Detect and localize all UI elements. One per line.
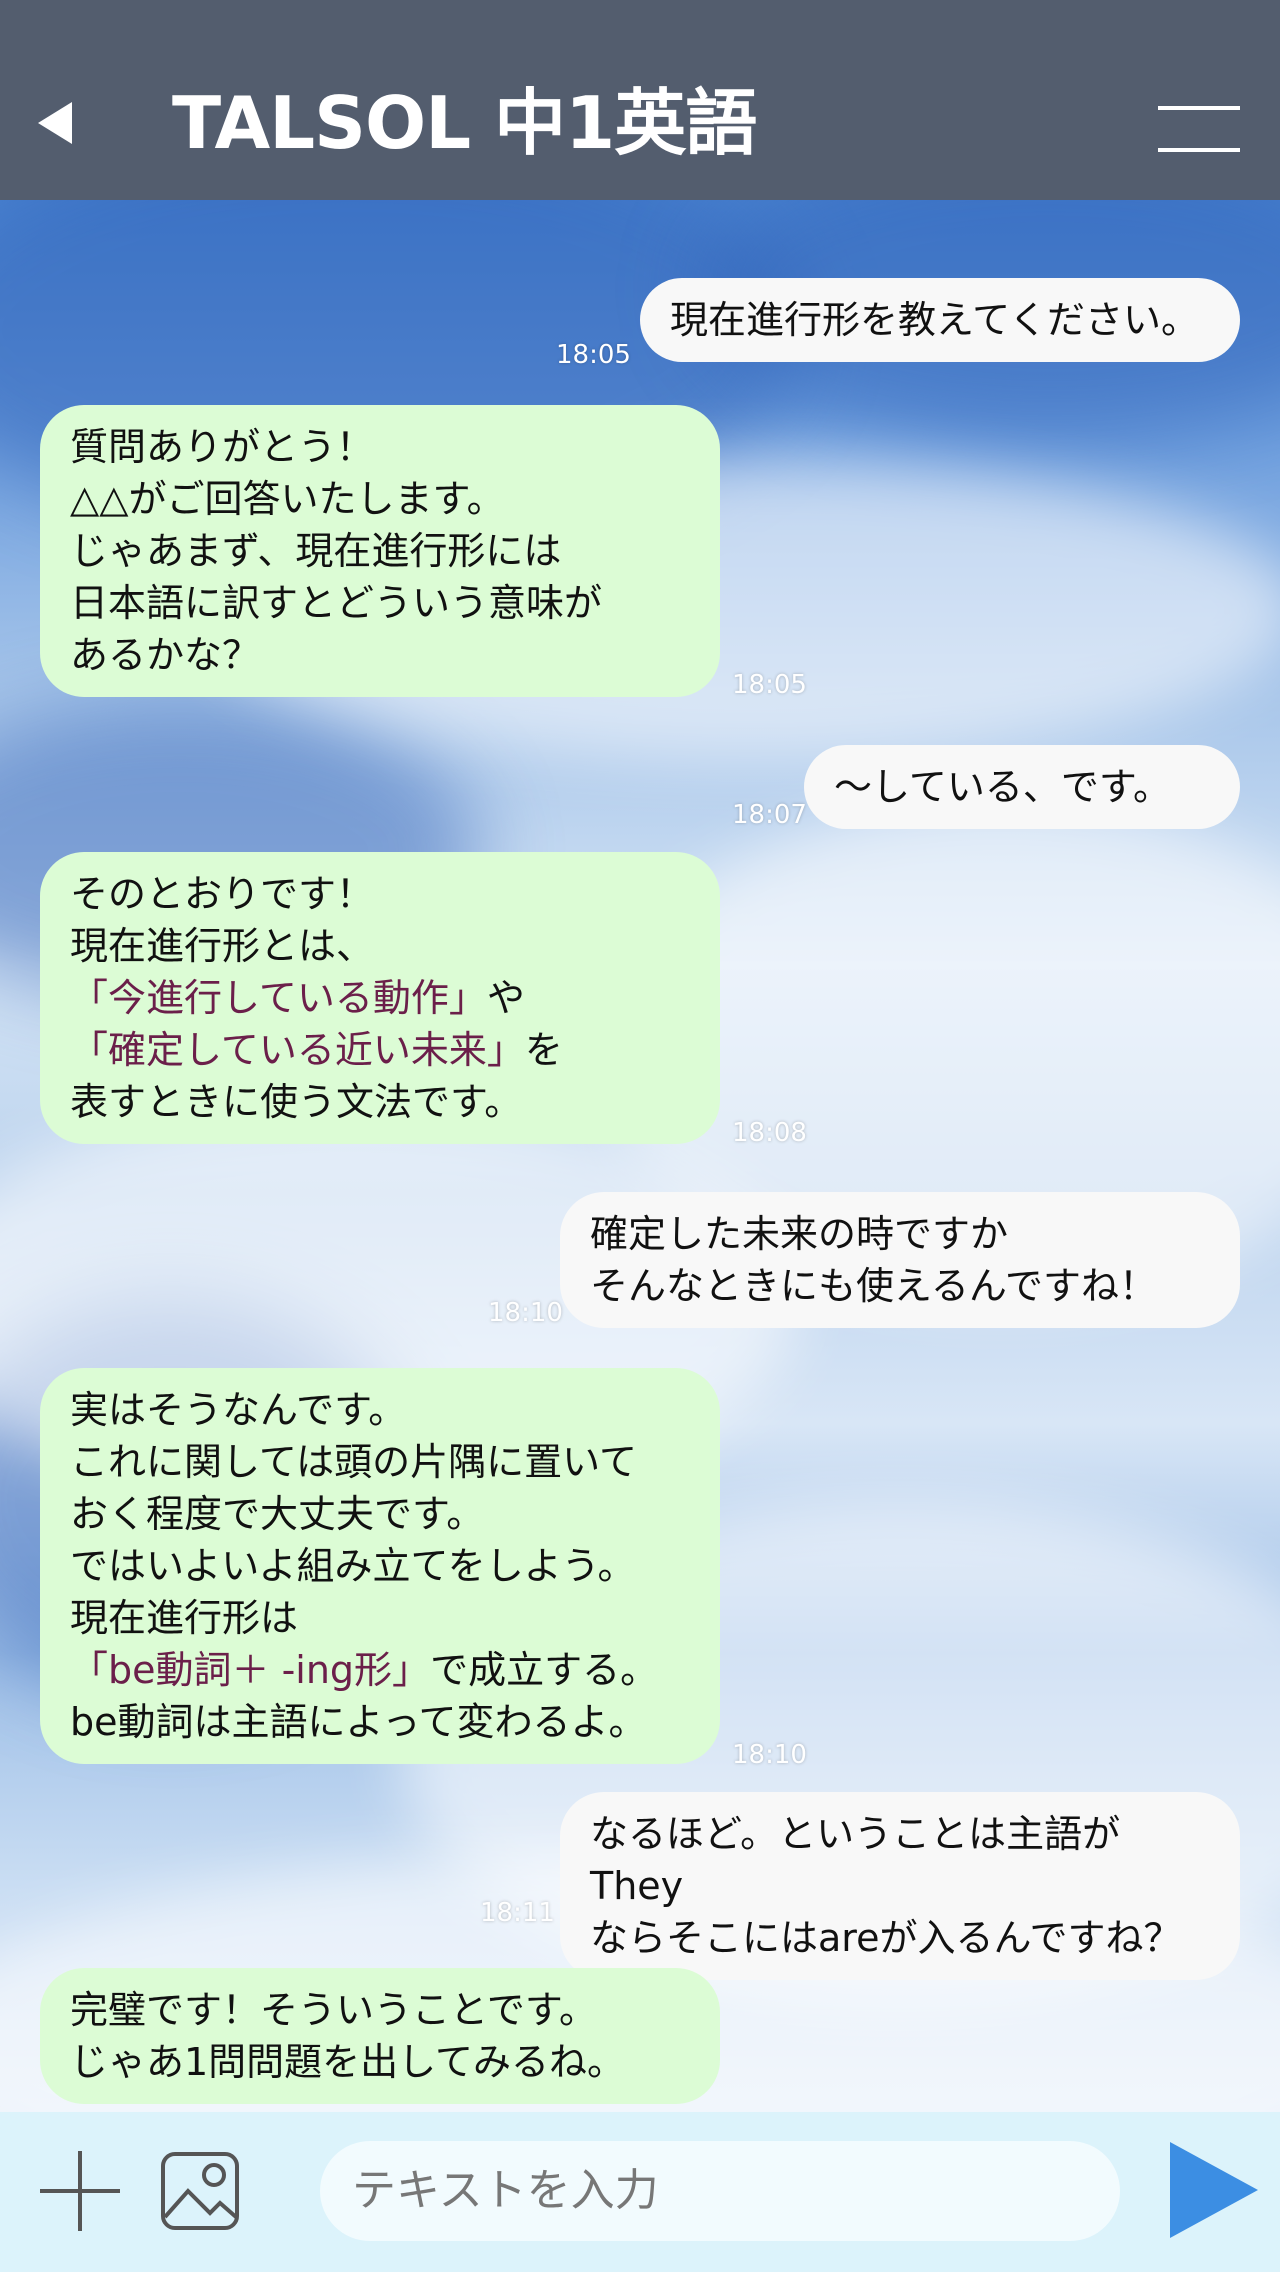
page-title: TALSOL 中1英語 <box>172 81 757 165</box>
message-line: be動詞は主語によって変わるよ。 <box>70 1696 690 1748</box>
message-text: そんなときにも使えるんですね！ <box>590 1264 1157 1308</box>
message-line: これに関しては頭の片隅に置いて <box>70 1436 690 1488</box>
message-text: 質問ありがとう！ <box>70 425 375 469</box>
message-line: 表すときに使う文法です。 <box>70 1076 690 1128</box>
message-line: △△がご回答いたします。 <box>70 473 690 525</box>
message-line: あるかな？ <box>70 629 690 681</box>
message-text: 日本語に訳すとどういう意味が <box>70 581 603 625</box>
message-text: これに関しては頭の片隅に置いて <box>70 1440 637 1484</box>
message-line: ～している、です。 <box>834 761 1210 813</box>
message-bubble[interactable]: なるほど。ということは主語がThey ならそこにはareが入るんですね？ <box>560 1792 1240 1980</box>
message-text: ならそこにはareが入るんですね？ <box>590 1916 1182 1960</box>
image-icon[interactable] <box>160 2151 240 2231</box>
message-line: なるほど。ということは主語がThey <box>590 1808 1210 1912</box>
message-text: 実はそうなんです。 <box>70 1388 407 1432</box>
message-timestamp: 18:08 <box>732 1118 807 1148</box>
message-line: 実はそうなんです。 <box>70 1384 690 1436</box>
message-line: 「be動詞＋ -ing形」で成立する。 <box>70 1644 690 1696</box>
message-bubble[interactable]: 確定した未来の時ですかそんなときにも使えるんですね！ <box>560 1192 1240 1328</box>
message-text: あるかな？ <box>70 633 261 677</box>
plus-icon[interactable] <box>40 2151 120 2231</box>
hamburger-menu-icon[interactable] <box>1158 106 1240 152</box>
message-timestamp: 18:11 <box>480 1898 555 1928</box>
message-text: じゃあ1問問題を出してみるね。 <box>70 2040 626 2084</box>
message-text: 完璧です！そういうことです。 <box>70 1988 598 2032</box>
message-line: 完璧です！そういうことです。 <box>70 1984 690 2036</box>
message-bubble[interactable]: 完璧です！そういうことです。 じゃあ1問問題を出してみるね。 <box>40 1968 720 2104</box>
message-text: なるほど。ということは主語がThey <box>590 1812 1121 1908</box>
message-line: そのとおりです！ <box>70 868 690 920</box>
message-line: じゃあまず、現在進行形には <box>70 525 690 577</box>
highlight-text: 「確定している近い未来」 <box>70 1028 525 1072</box>
message-timestamp: 18:07 <box>732 800 807 830</box>
back-arrow-icon[interactable] <box>38 102 72 144</box>
message-line: 現在進行形とは、 <box>70 920 690 972</box>
message-line: そんなときにも使えるんですね！ <box>590 1260 1210 1312</box>
message-text: じゃあまず、現在進行形には <box>70 529 562 573</box>
message-input[interactable]: テキストを入力 <box>320 2141 1120 2241</box>
message-text: で成立する。 <box>430 1648 659 1692</box>
message-line: 日本語に訳すとどういう意味が <box>70 577 690 629</box>
message-line: 「確定している近い未来」を <box>70 1024 690 1076</box>
chat-area[interactable]: 現在進行形を教えてください。 18:05 質問ありがとう！ △△がご回答いたします。じ… <box>0 200 1280 2112</box>
message-text: ～している、です。 <box>834 765 1172 809</box>
message-line: 質問ありがとう！ <box>70 421 690 473</box>
message-text: ではいよいよ組み立てをしよう。 <box>70 1544 636 1588</box>
app-header: TALSOL 中1英語 <box>0 0 1280 200</box>
message-text: 現在進行形を教えてください。 <box>670 298 1199 342</box>
message-line: ならそこにはareが入るんですね？ <box>590 1912 1210 1964</box>
message-bubble[interactable]: 現在進行形を教えてください。 <box>640 278 1240 362</box>
message-timestamp: 18:10 <box>732 1740 807 1770</box>
message-text: おく程度で大丈夫です。 <box>70 1492 485 1536</box>
message-line: ではいよいよ組み立てをしよう。 <box>70 1540 690 1592</box>
message-bubble[interactable]: ～している、です。 <box>804 745 1240 829</box>
message-text: を <box>524 1028 563 1072</box>
message-line: 確定した未来の時ですか <box>590 1208 1210 1260</box>
message-text: 現在進行形とは、 <box>70 924 375 968</box>
message-bubble[interactable]: 実はそうなんです。これに関しては頭の片隅に置いて おく程度で大丈夫です。ではいよい… <box>40 1368 720 1764</box>
message-timestamp: 18:10 <box>488 1298 563 1328</box>
message-text: be動詞は主語によって変わるよ。 <box>70 1700 647 1744</box>
message-line: 「今進行している動作」や <box>70 972 690 1024</box>
message-line: じゃあ1問問題を出してみるね。 <box>70 2036 690 2088</box>
message-line: 現在進行形を教えてください。 <box>670 294 1210 346</box>
send-icon[interactable] <box>1170 2142 1258 2238</box>
message-text: や <box>486 976 525 1020</box>
message-text: 現在進行形は <box>70 1596 299 1640</box>
message-bubble[interactable]: そのとおりです！ 現在進行形とは、 「今進行している動作」や 「確定している近い未来」… <box>40 852 720 1144</box>
highlight-text: 「今進行している動作」 <box>70 976 487 1020</box>
message-timestamp: 18:05 <box>732 670 807 700</box>
message-text: △△がご回答いたします。 <box>70 477 505 521</box>
highlight-text: 「be動詞＋ -ing形」 <box>70 1648 431 1692</box>
message-text: 確定した未来の時ですか <box>590 1212 1009 1256</box>
message-text: 表すときに使う文法です。 <box>70 1080 523 1124</box>
message-timestamp: 18:05 <box>556 340 631 370</box>
message-line: おく程度で大丈夫です。 <box>70 1488 690 1540</box>
message-bubble[interactable]: 質問ありがとう！ △△がご回答いたします。じゃあまず、現在進行形には 日本語に訳すと… <box>40 405 720 697</box>
message-text: そのとおりです！ <box>70 872 375 916</box>
message-line: 現在進行形は <box>70 1592 690 1644</box>
